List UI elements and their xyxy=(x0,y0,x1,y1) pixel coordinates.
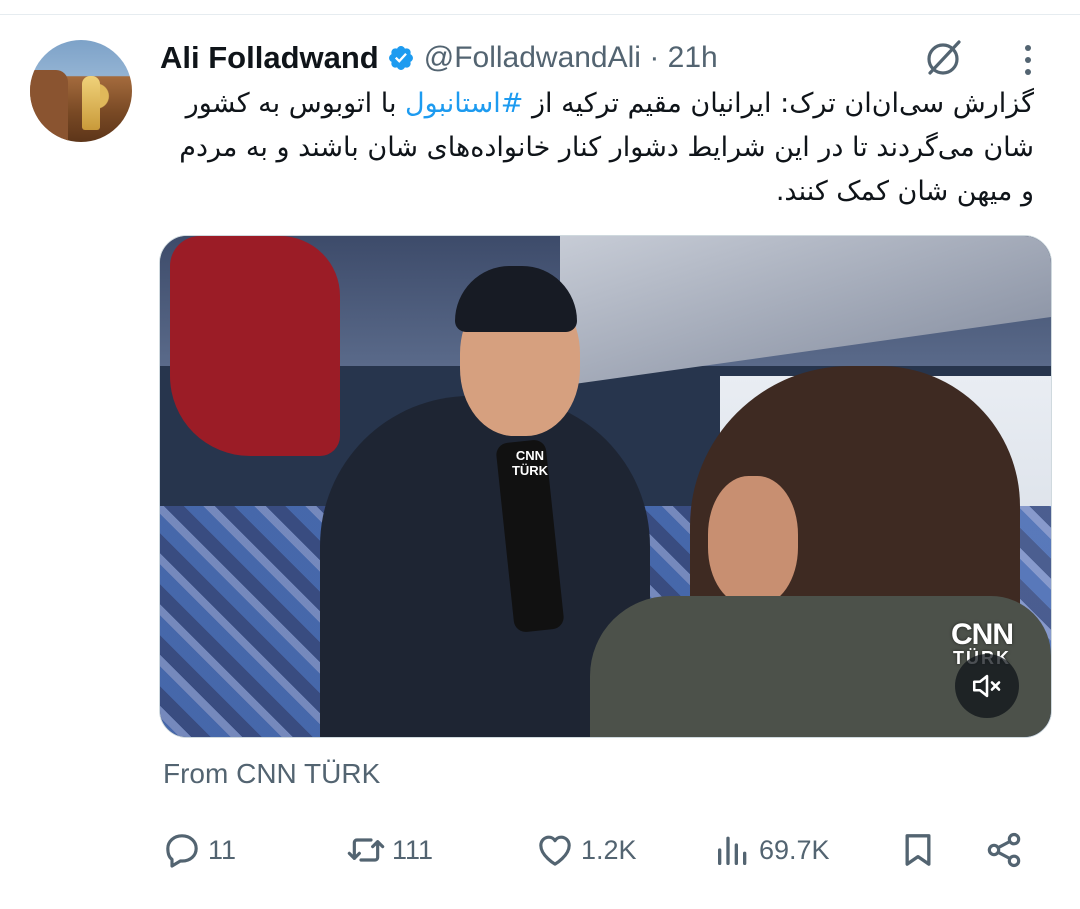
share-icon xyxy=(987,832,1021,868)
reply-count: 11 xyxy=(208,834,237,865)
speaker-muted-icon xyxy=(972,674,1001,698)
grok-icon[interactable] xyxy=(922,36,966,80)
action-bar: 11 111 1.2K 69.7K xyxy=(0,820,1080,880)
more-options-icon[interactable] xyxy=(1018,40,1038,80)
repost-button[interactable]: 111 xyxy=(346,820,433,880)
handle-text[interactable]: @FolladwandAli xyxy=(424,41,641,74)
media-source[interactable]: From CNN TÜRK xyxy=(163,758,380,790)
tweet-header: Ali Folladwand @FolladwandAli · 21h xyxy=(160,38,718,78)
avatar-cliff xyxy=(30,70,68,142)
share-button[interactable] xyxy=(984,820,1030,880)
tweet-text-part-1: گزارش سی‌ان‌ان ترک: ایرانیان مقیم ترکیه … xyxy=(523,88,1034,119)
avatar[interactable] xyxy=(30,40,132,142)
author-name[interactable]: Ali Folladwand xyxy=(160,40,379,76)
mute-button[interactable] xyxy=(955,654,1019,718)
video-reporter-face xyxy=(708,476,798,606)
separator-dot: · xyxy=(649,41,660,74)
microphone-label: CNN TÜRK xyxy=(509,448,551,478)
author-handle[interactable]: @FolladwandAli · 21h xyxy=(424,41,718,75)
repost-count: 111 xyxy=(392,834,434,865)
reply-icon xyxy=(166,834,198,868)
verified-badge-icon xyxy=(388,46,413,70)
heart-icon xyxy=(539,835,571,866)
bookmark-button[interactable] xyxy=(898,820,944,880)
timestamp[interactable]: 21h xyxy=(668,41,718,74)
analytics-icon xyxy=(718,836,747,865)
channel-logo-line-1: CNN xyxy=(951,618,1014,651)
top-divider xyxy=(0,0,1080,15)
reply-button[interactable]: 11 xyxy=(162,820,236,880)
video-player[interactable]: CNNTÜRK CNNTÜRK xyxy=(159,235,1052,738)
repost-icon xyxy=(347,838,385,862)
avatar-statue xyxy=(82,76,100,130)
bookmark-icon xyxy=(905,834,931,866)
views-count: 69.7K xyxy=(759,834,830,865)
video-red-jacket xyxy=(170,236,340,456)
mic-label-line-1: CNN xyxy=(515,448,545,463)
views-button[interactable]: 69.7K xyxy=(713,820,830,880)
mic-label-line-2: TÜRK xyxy=(511,463,549,478)
like-button[interactable]: 1.2K xyxy=(535,820,637,880)
like-count: 1.2K xyxy=(581,834,637,865)
hashtag-link[interactable]: #استانبول xyxy=(405,88,523,119)
tweet-text: گزارش سی‌ان‌ان ترک: ایرانیان مقیم ترکیه … xyxy=(158,82,1034,214)
